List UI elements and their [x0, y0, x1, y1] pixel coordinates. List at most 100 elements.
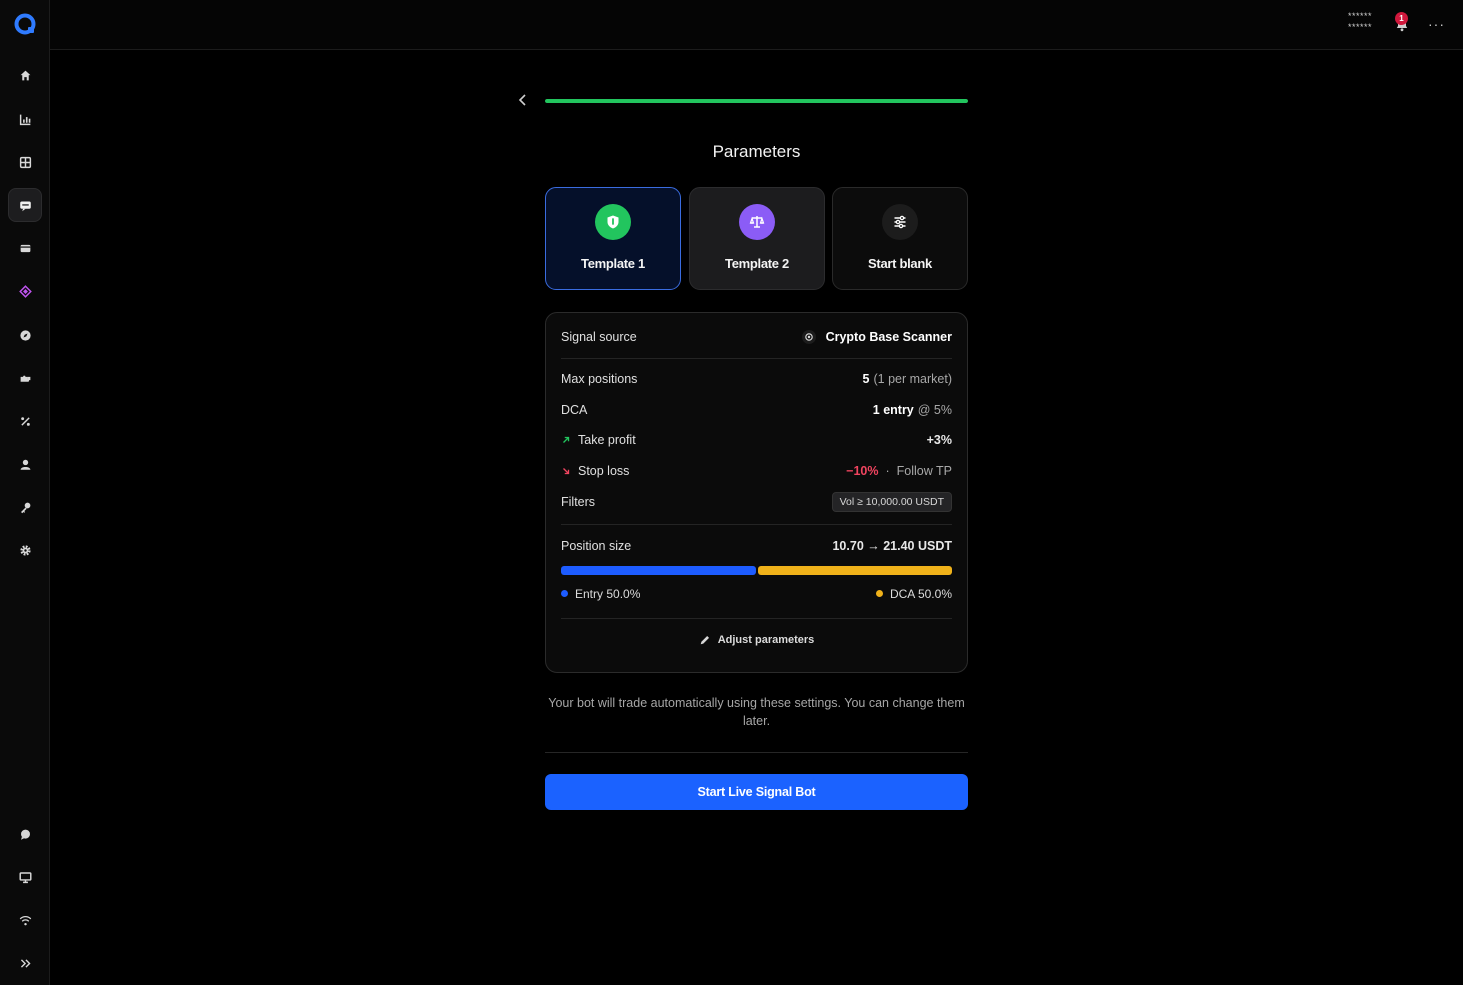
- sliders-icon: [894, 215, 906, 229]
- template-icon-2: [739, 204, 775, 240]
- diamond-icon: [18, 284, 32, 298]
- sidebar-item-desktop[interactable]: [8, 860, 42, 894]
- wallet-icon: [20, 244, 30, 252]
- template-icon-1: [595, 204, 631, 240]
- sidebar-item-home[interactable]: [8, 58, 42, 92]
- signal-source-row: Signal source Crypto Base Scanner: [561, 327, 952, 347]
- stop-loss-separator: ·: [885, 464, 890, 478]
- more-menu-button[interactable]: ···: [1428, 16, 1445, 32]
- stop-loss-label: Stop loss: [578, 464, 630, 478]
- scale-icon: [749, 216, 765, 228]
- stop-loss-row: Stop loss −10% · Follow TP: [561, 461, 952, 481]
- sidebar-expand[interactable]: [8, 946, 42, 980]
- grid-icon: [19, 156, 31, 168]
- arrow-up-right-icon: [563, 436, 570, 443]
- key-icon: [20, 502, 30, 513]
- scanner-icon: [801, 330, 816, 344]
- sidebar-item-settings[interactable]: [8, 533, 42, 567]
- app-logo[interactable]: [14, 13, 36, 35]
- filters-label: Filters: [561, 495, 596, 509]
- take-profit-row: Take profit +3%: [561, 430, 952, 450]
- sidebar-item-connection[interactable]: [8, 903, 42, 937]
- bot-icon: [19, 200, 31, 211]
- sidebar-item-strategies[interactable]: [8, 274, 42, 308]
- sidebar-item-dashboard[interactable]: [8, 145, 42, 179]
- sidebar-item-bots[interactable]: [8, 188, 42, 222]
- adjust-parameters-label: Adjust parameters: [717, 634, 815, 646]
- dca-value: 1 entry: [872, 403, 914, 417]
- filter-chip-volume: Vol ≥ 10,000.00 USDT: [831, 492, 952, 512]
- template-card-1[interactable]: Template 1: [545, 187, 681, 290]
- back-button[interactable]: [515, 92, 531, 108]
- user-icon: [20, 459, 30, 470]
- account-email: ******: [1347, 22, 1372, 32]
- sidebar-item-wallet[interactable]: [8, 231, 42, 265]
- sidebar-item-integrations[interactable]: [8, 361, 42, 395]
- dca-row: DCA 1 entry @ 5%: [561, 400, 952, 420]
- entry-legend: Entry 50.0%: [575, 587, 641, 601]
- home-icon: [20, 70, 30, 80]
- position-size-row: Position size 10.70 → 21.40 USDT: [561, 536, 952, 556]
- template-icon-blank: [882, 204, 918, 240]
- notification-badge: 1: [1395, 12, 1408, 25]
- chat-icon: [20, 829, 30, 840]
- shield-icon: [607, 215, 619, 229]
- max-positions-note: (1 per market): [873, 372, 953, 386]
- topbar: ****** ****** 1 ···: [50, 0, 1463, 50]
- chart-icon: [19, 114, 30, 125]
- dca-note: @ 5%: [917, 403, 952, 417]
- allocation-legend: Entry 50.0% DCA 50.0%: [561, 587, 952, 601]
- sidebar: [0, 0, 50, 985]
- stop-loss-note: Follow TP: [896, 464, 952, 478]
- allocation-bar-entry: [561, 566, 756, 575]
- sidebar-item-charts[interactable]: [8, 102, 42, 136]
- parameters-summary-card: Signal source Crypto Base Scanner Max po…: [545, 312, 968, 673]
- sidebar-item-api-keys[interactable]: [8, 490, 42, 524]
- wizard-progress: [545, 99, 968, 103]
- divider: [561, 358, 952, 359]
- wifi-icon: [19, 915, 31, 925]
- account-name: ******: [1347, 11, 1372, 21]
- divider: [545, 752, 968, 753]
- dca-label: DCA: [561, 403, 588, 417]
- allocation-bar-dca: [757, 566, 952, 575]
- allocation-bar: [561, 566, 952, 575]
- puzzle-icon: [20, 375, 30, 382]
- template-label-blank: Start blank: [868, 256, 932, 271]
- dca-dot: [875, 590, 883, 597]
- sidebar-item-account[interactable]: [8, 447, 42, 481]
- gear-icon: [19, 544, 31, 556]
- template-card-2[interactable]: Template 2: [689, 187, 825, 290]
- template-label-1: Template 1: [581, 256, 645, 271]
- helper-note: Your bot will trade automatically using …: [548, 696, 965, 728]
- sidebar-item-chat[interactable]: [8, 817, 42, 851]
- pencil-icon: [700, 635, 709, 645]
- wizard-progress-fill: [545, 99, 968, 103]
- max-positions-label: Max positions: [561, 372, 638, 386]
- arrow-down-right-icon: [563, 468, 570, 475]
- compass-icon: [19, 329, 31, 341]
- template-label-2: Template 2: [725, 256, 789, 271]
- take-profit-label: Take profit: [578, 433, 636, 447]
- adjust-parameters-button[interactable]: Adjust parameters: [546, 634, 967, 646]
- account-switcher[interactable]: ****** ******: [1348, 11, 1372, 33]
- monitor-icon: [18, 871, 32, 883]
- template-card-blank[interactable]: Start blank: [832, 187, 968, 290]
- signal-source-label: Signal source: [561, 330, 637, 344]
- max-positions-value: 5: [862, 372, 870, 386]
- start-live-signal-bot-button[interactable]: Start Live Signal Bot: [545, 774, 968, 810]
- page-title: Parameters: [712, 142, 801, 161]
- divider: [561, 618, 952, 619]
- take-profit-value: +3%: [926, 433, 952, 447]
- signal-source-value: Crypto Base Scanner: [825, 330, 952, 344]
- dca-legend: DCA 50.0%: [889, 587, 952, 601]
- position-size-value: 10.70 → 21.40 USDT: [832, 539, 952, 553]
- entry-dot: [561, 590, 568, 597]
- divider: [561, 524, 952, 525]
- expand-icon: [20, 958, 31, 968]
- sidebar-item-explore[interactable]: [8, 318, 42, 352]
- max-positions-row: Max positions 5 (1 per market): [561, 369, 952, 389]
- stop-loss-value: −10%: [846, 464, 879, 478]
- filters-row: Filters Vol ≥ 10,000.00 USDT: [561, 492, 952, 512]
- sidebar-item-fees[interactable]: [8, 404, 42, 438]
